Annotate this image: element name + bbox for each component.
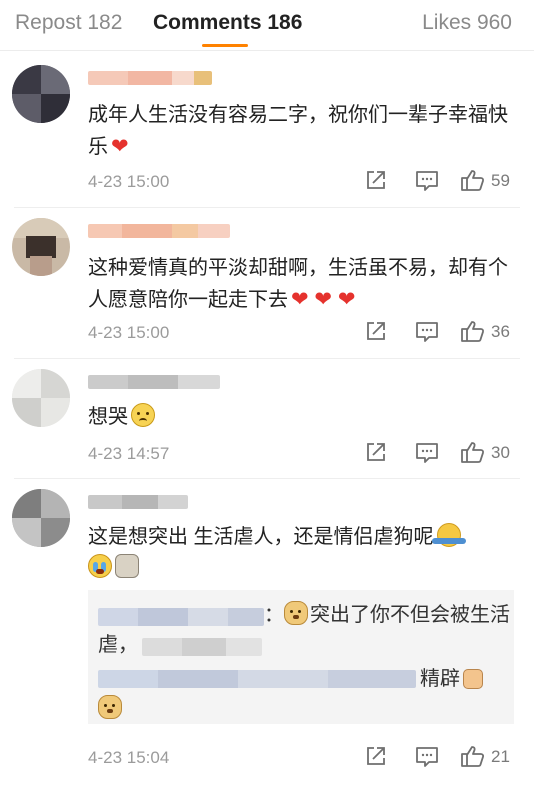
reply-text: ： 突出了你不但会被生活 bbox=[264, 600, 510, 630]
thumbs-up-icon[interactable] bbox=[460, 319, 486, 343]
username-blurred[interactable] bbox=[88, 495, 188, 509]
thumbs-up-icon[interactable] bbox=[460, 168, 486, 192]
tab-likes[interactable]: Likes 960 bbox=[422, 11, 512, 35]
thumbs-up-icon[interactable] bbox=[460, 744, 486, 768]
comment-icon[interactable] bbox=[415, 746, 439, 768]
reply-text: 精辟 bbox=[420, 664, 483, 694]
thumbs-up-emoji bbox=[463, 669, 483, 689]
comment-icon[interactable] bbox=[415, 442, 439, 464]
doge-emoji bbox=[98, 695, 122, 719]
comment-text: 成年人生活没有容易二字，祝你们一辈子幸福快乐 ❤ bbox=[88, 100, 508, 163]
heart-emoji: ❤ ❤ ❤ bbox=[291, 288, 356, 311]
comment-actions: 21 bbox=[360, 744, 520, 770]
comment-actions: 59 bbox=[360, 168, 520, 194]
tab-repost[interactable]: Repost 182 bbox=[15, 11, 122, 35]
comment-actions: 36 bbox=[360, 319, 520, 345]
comment-timestamp: 4-23 14:57 bbox=[88, 444, 170, 463]
comment-icon[interactable] bbox=[415, 170, 439, 192]
thumbs-up-icon[interactable] bbox=[460, 440, 486, 464]
reply-text-content: 虐， bbox=[98, 634, 138, 656]
reply-text-blurred bbox=[142, 638, 262, 656]
reply-username-blurred[interactable] bbox=[98, 670, 416, 688]
username-blurred[interactable] bbox=[88, 375, 220, 389]
comment-timestamp: 4-23 15:00 bbox=[88, 323, 170, 342]
comment-timestamp: 4-23 15:04 bbox=[88, 748, 170, 767]
comment-actions: 30 bbox=[360, 440, 520, 466]
share-icon[interactable] bbox=[365, 745, 387, 767]
doge-emoji bbox=[284, 601, 308, 625]
comment-divider bbox=[14, 478, 520, 479]
comment-text-content: 想哭 bbox=[88, 406, 128, 428]
comment-text: 想哭 bbox=[88, 402, 508, 433]
comment-text: 这是想突出 生活虐人，还是情侣虐狗呢 bbox=[88, 522, 508, 584]
shrug-emoji bbox=[431, 523, 466, 547]
kneeling-emoji bbox=[115, 554, 139, 578]
reply-text-content: 精辟 bbox=[420, 668, 460, 690]
comment-divider bbox=[14, 207, 520, 208]
avatar[interactable] bbox=[12, 489, 70, 547]
comment-text-content: 成年人生活没有容易二字，祝你们一辈子幸福快乐 bbox=[88, 104, 508, 158]
active-tab-indicator bbox=[202, 44, 248, 47]
like-count: 59 bbox=[491, 171, 510, 190]
reply-text-content: 突出了你不但会被生活 bbox=[310, 604, 510, 626]
avatar[interactable] bbox=[12, 369, 70, 427]
sad-face-emoji bbox=[131, 403, 155, 427]
reply-separator: ： bbox=[264, 604, 284, 626]
username-blurred[interactable] bbox=[88, 224, 230, 238]
reply-thread[interactable]: ： 突出了你不但会被生活 虐， 精辟 bbox=[88, 590, 514, 724]
like-count: 21 bbox=[491, 747, 510, 766]
comment-divider bbox=[14, 358, 520, 359]
crying-emoji bbox=[88, 554, 112, 578]
avatar[interactable] bbox=[12, 65, 70, 123]
comment-icon[interactable] bbox=[415, 321, 439, 343]
tab-bar: Repost 182 Comments 186 Likes 960 bbox=[0, 0, 534, 51]
share-icon[interactable] bbox=[365, 169, 387, 191]
reply-text-continued: 虐， bbox=[98, 630, 138, 660]
comment-text-content: 这是想突出 生活虐人，还是情侣虐狗呢 bbox=[88, 526, 434, 548]
avatar[interactable] bbox=[12, 218, 70, 276]
heart-emoji: ❤ bbox=[111, 135, 129, 158]
reply-username-blurred[interactable] bbox=[98, 608, 264, 626]
share-icon[interactable] bbox=[365, 441, 387, 463]
username-blurred[interactable] bbox=[88, 71, 212, 85]
comment-timestamp: 4-23 15:00 bbox=[88, 172, 170, 191]
comment-text: 这种爱情真的平淡却甜啊，生活虽不易，却有个人愿意陪你一起走下去 ❤ ❤ ❤ bbox=[88, 253, 508, 316]
like-count: 30 bbox=[491, 443, 510, 462]
reply-emoji-line bbox=[98, 694, 122, 724]
share-icon[interactable] bbox=[365, 320, 387, 342]
tab-comments[interactable]: Comments 186 bbox=[153, 11, 302, 35]
like-count: 36 bbox=[491, 322, 510, 341]
